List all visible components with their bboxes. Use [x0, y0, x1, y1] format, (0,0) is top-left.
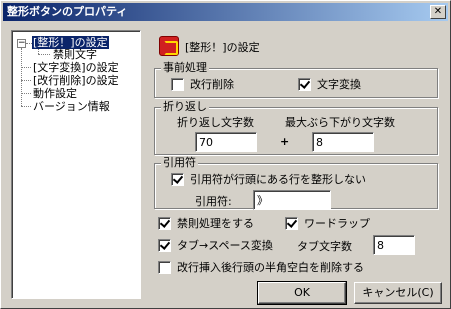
tree-item-behavior-settings[interactable]: 動作設定	[32, 87, 78, 101]
wrap-chars-label: 折り返し文字数	[177, 116, 254, 129]
tree-connector	[21, 48, 22, 106]
char-convert-checkbox[interactable]: 文字変換	[298, 76, 361, 92]
quote-char-label: 引用符:	[195, 195, 232, 208]
tree-item-version-info[interactable]: バージョン情報	[32, 100, 111, 114]
page-title: [整形！]の設定	[185, 41, 260, 54]
properties-dialog: 整形ボタンのプロパティ ✕ − [整形！]の設定 禁則文字 [文字変換]の設定 …	[0, 0, 451, 309]
settings-tree[interactable]: − [整形！]の設定 禁則文字 [文字変換]の設定 [改行削除]の設定 動作設定…	[11, 30, 141, 299]
group-legend: 折り返し	[161, 100, 209, 114]
skip-quoted-lines-checkbox[interactable]: 引用符が行頭にある行を整形しない	[171, 171, 366, 187]
tree-item-char-convert-settings[interactable]: [文字変換]の設定	[32, 61, 120, 75]
remove-newline-checkbox[interactable]: 改行削除	[171, 76, 234, 92]
tree-connector	[21, 106, 31, 107]
remove-half-space-checkbox[interactable]: 改行挿入後行頭の半角空白を削除する	[158, 259, 364, 275]
checkbox-box[interactable]	[158, 216, 171, 230]
checkbox-label: 禁則処理をする	[177, 217, 254, 230]
max-hang-label: 最大ぶら下がり文字数	[285, 116, 395, 129]
cancel-button[interactable]: キャンセル(C)	[354, 282, 442, 304]
checkbox-label: ワードラップ	[304, 217, 370, 230]
tree-connector	[38, 54, 50, 55]
tree-item-remove-newline-settings[interactable]: [改行削除]の設定	[32, 74, 120, 88]
preprocess-group: 事前処理 改行削除 文字変換	[154, 61, 438, 98]
quote-group: 引用符 引用符が行頭にある行を整形しない 引用符:	[154, 156, 438, 210]
tree-item-label: バージョン情報	[33, 100, 110, 113]
checkbox-box[interactable]	[158, 260, 171, 274]
checkbox-label: 改行挿入後行頭の半角空白を削除する	[177, 261, 364, 274]
tree-connector	[21, 67, 31, 68]
tree-connector	[21, 93, 31, 94]
group-legend: 引用符	[161, 156, 198, 170]
checkbox-box[interactable]	[298, 77, 311, 91]
tab-to-space-checkbox[interactable]: タブ→スペース変換	[158, 237, 273, 253]
window-title: 整形ボタンのプロパティ	[7, 5, 128, 18]
tree-item-label: [文字変換]の設定	[33, 61, 119, 74]
ok-button[interactable]: OK	[257, 281, 347, 305]
kinsoku-checkbox[interactable]: 禁則処理をする	[158, 215, 254, 231]
wordwrap-checkbox[interactable]: ワードラップ	[285, 215, 370, 231]
group-legend: 事前処理	[161, 61, 209, 75]
title-bar: 整形ボタンのプロパティ ✕	[3, 3, 448, 21]
tree-item-label: 動作設定	[33, 87, 77, 100]
collapse-icon[interactable]: −	[17, 39, 26, 48]
close-icon[interactable]: ✕	[430, 5, 446, 19]
tab-chars-label: タブ文字数	[297, 240, 352, 253]
wrap-group: 折り返し 折り返し文字数 最大ぶら下がり文字数 +	[154, 100, 438, 155]
checkbox-box[interactable]	[171, 172, 184, 186]
tree-item-label: [改行削除]の設定	[33, 74, 119, 87]
checkbox-box[interactable]	[285, 216, 298, 230]
checkbox-label: 引用符が行頭にある行を整形しない	[190, 173, 366, 186]
plus-sign: +	[280, 135, 290, 148]
checkbox-box[interactable]	[158, 238, 171, 252]
format-button-icon	[159, 36, 179, 56]
tab-chars-input[interactable]	[373, 235, 415, 255]
wrap-chars-input[interactable]	[195, 132, 257, 152]
max-hang-input[interactable]	[312, 132, 374, 152]
tree-item-label: 禁則文字	[53, 48, 97, 61]
checkbox-label: タブ→スペース変換	[177, 239, 273, 252]
tree-item-kinsoku-chars[interactable]: 禁則文字	[52, 48, 98, 62]
checkbox-label: 改行削除	[190, 78, 234, 91]
quote-char-input[interactable]	[253, 190, 331, 210]
tree-connector	[21, 80, 31, 81]
checkbox-label: 文字変換	[317, 78, 361, 91]
checkbox-box[interactable]	[171, 77, 184, 91]
